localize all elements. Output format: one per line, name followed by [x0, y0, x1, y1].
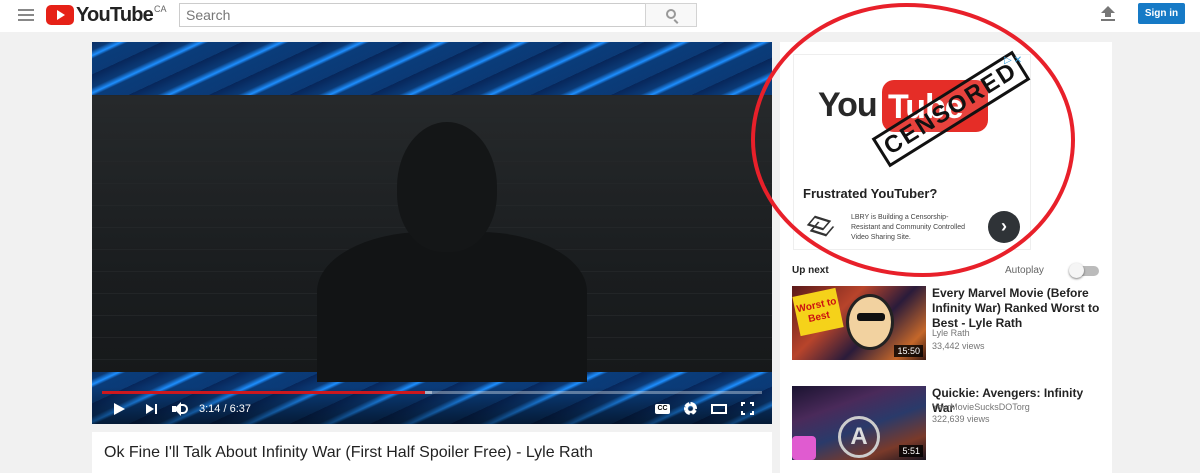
masthead: YouTube CA Sign in	[0, 0, 1200, 32]
annotation-red-circle	[751, 3, 1075, 277]
upload-icon[interactable]	[1101, 6, 1115, 22]
autoplay-toggle[interactable]	[1069, 263, 1099, 278]
list-item[interactable]: Worst to Best 15:50 Every Marvel Movie (…	[792, 286, 1104, 366]
thumb-badge: Worst to Best	[792, 287, 844, 337]
video-thumbnail[interactable]: Worst to Best 15:50	[792, 286, 926, 360]
next-button-icon[interactable]	[146, 404, 158, 415]
theater-mode-icon[interactable]	[711, 404, 727, 414]
settings-gear-icon[interactable]	[684, 402, 697, 415]
search-bar	[179, 3, 697, 27]
youtube-logo[interactable]: YouTube CA	[46, 3, 167, 27]
duration-badge: 15:50	[894, 345, 923, 357]
logo-region: CA	[153, 4, 167, 14]
video-title: Ok Fine I'll Talk About Infinity War (Fi…	[104, 444, 593, 461]
avengers-logo: A	[838, 416, 880, 458]
volume-icon[interactable]	[172, 402, 188, 416]
view-count: 33,442 views	[932, 341, 985, 351]
autoplay-label: Autoplay	[1005, 265, 1044, 276]
progress-fill	[102, 391, 426, 394]
toggle-knob	[1069, 263, 1084, 278]
sign-in-button[interactable]: Sign in	[1138, 3, 1185, 24]
progress-bar[interactable]	[102, 391, 762, 394]
up-next-label: Up next	[792, 265, 829, 276]
video-item-title[interactable]: Every Marvel Movie (Before Infinity War)…	[932, 286, 1104, 331]
video-title-box: Ok Fine I'll Talk About Infinity War (Fi…	[92, 432, 772, 473]
captions-icon[interactable]: CC	[655, 404, 670, 414]
channel-name: YourMovieSucksDOTorg	[932, 402, 1030, 412]
thumb-character	[846, 294, 894, 350]
list-item[interactable]: A 5:51 Quickie: Avengers: Infinity War Y…	[792, 386, 1104, 466]
video-player[interactable]: 3:14 / 6:37 CC	[92, 42, 772, 424]
video-thumbnail[interactable]: A 5:51	[792, 386, 926, 460]
video-stripes-top	[92, 42, 772, 95]
thumb-character	[792, 436, 816, 460]
search-icon	[666, 9, 676, 19]
hamburger-menu-icon[interactable]	[18, 9, 34, 23]
logo-text: YouTube	[76, 3, 154, 26]
channel-name: Lyle Rath	[932, 328, 970, 338]
time-display: 3:14 / 6:37	[199, 403, 251, 415]
view-count: 322,639 views	[932, 414, 990, 424]
play-button-icon[interactable]	[114, 403, 125, 415]
fullscreen-icon[interactable]	[741, 402, 754, 415]
duration-badge: 5:51	[899, 445, 923, 457]
video-person-silhouette	[317, 232, 587, 382]
play-logo-icon	[46, 5, 74, 25]
search-button[interactable]	[645, 3, 697, 27]
search-input[interactable]	[179, 3, 645, 27]
video-person-head	[397, 122, 497, 252]
video-frame	[92, 42, 772, 424]
